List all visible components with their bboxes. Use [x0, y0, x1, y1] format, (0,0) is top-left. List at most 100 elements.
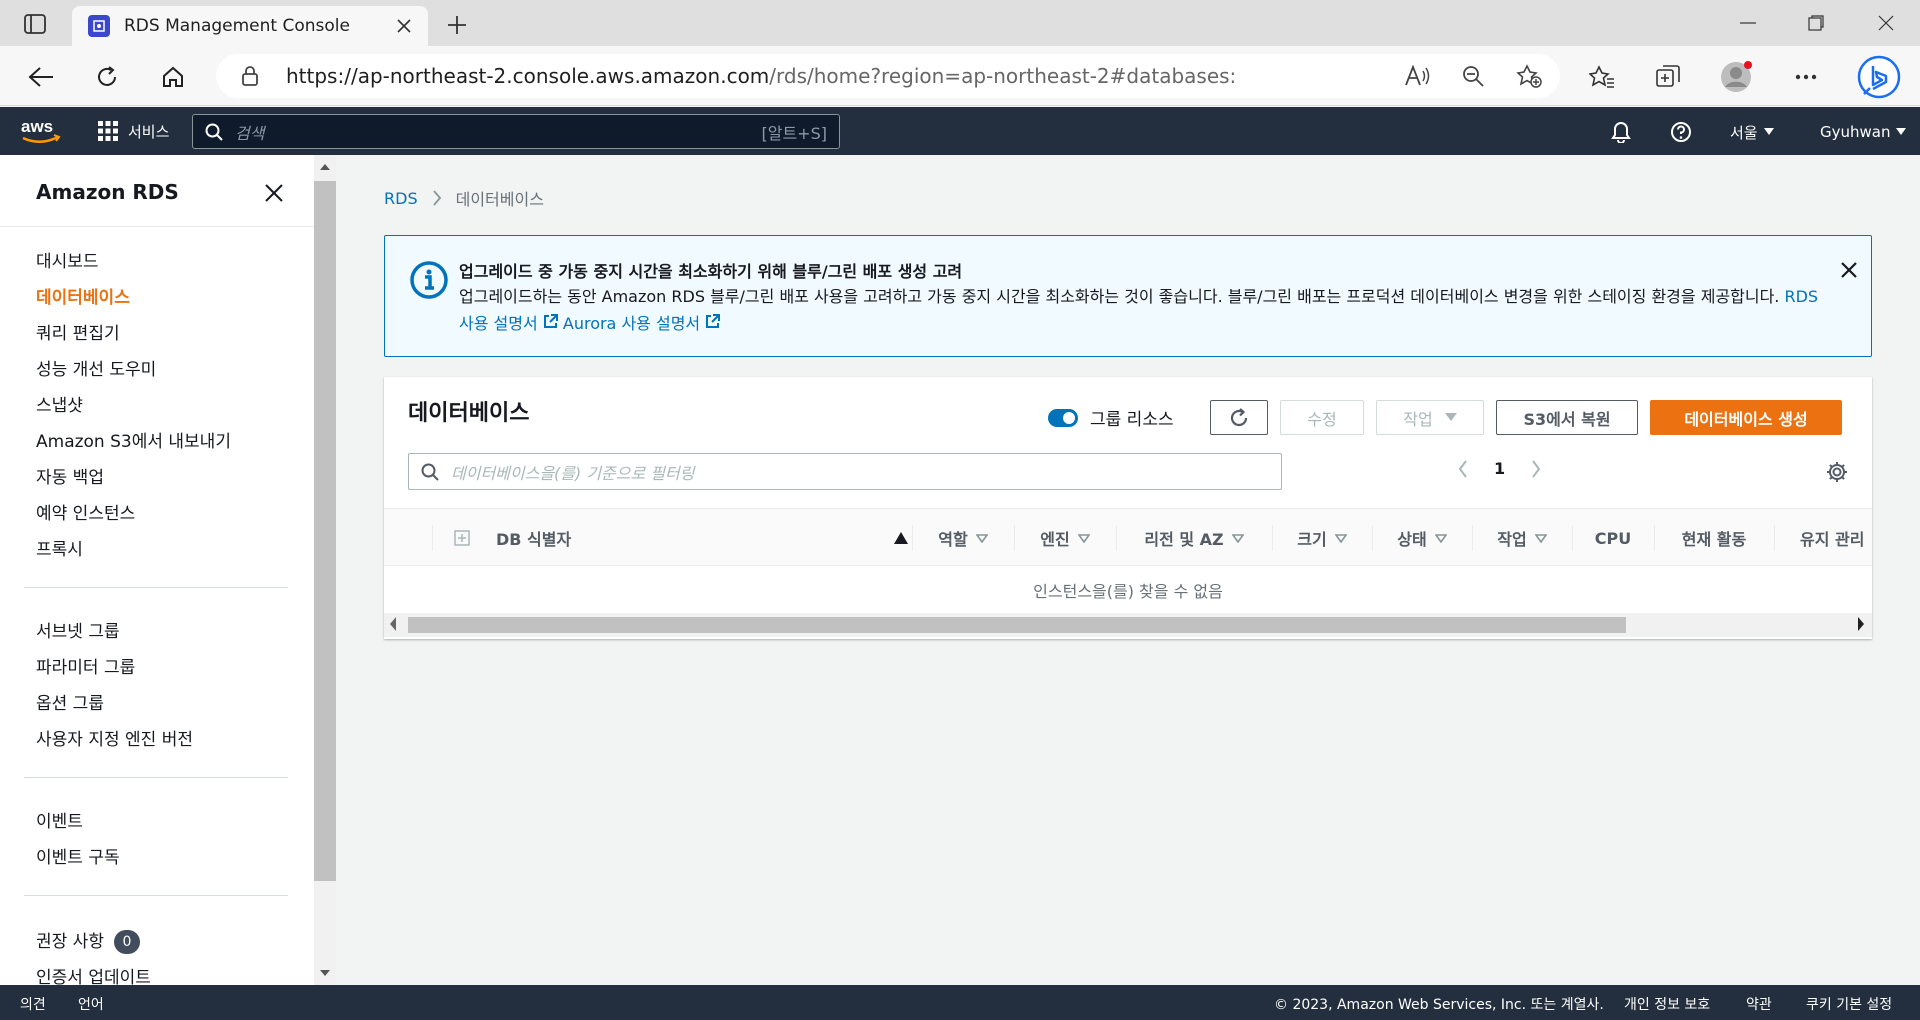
profile-avatar-icon[interactable] — [1718, 60, 1754, 94]
scroll-down-arrow-icon[interactable] — [314, 965, 336, 981]
region-selector[interactable]: 서울 — [1730, 119, 1774, 145]
sidebar-item-dashboard[interactable]: 대시보드 — [36, 247, 99, 272]
footer-terms-link[interactable]: 약관 — [1746, 994, 1772, 1014]
page-number[interactable]: 1 — [1494, 459, 1505, 478]
zoom-out-icon[interactable] — [1456, 62, 1490, 90]
footer-language-link[interactable]: 언어 — [78, 994, 104, 1014]
aurora-guide-link[interactable]: Aurora 사용 설명서 — [563, 314, 721, 333]
collections-icon[interactable] — [1650, 60, 1686, 94]
sidebar-item-snapshots[interactable]: 스냅샷 — [36, 391, 83, 416]
tab-close-icon[interactable] — [392, 14, 416, 38]
sort-caret-icon — [1434, 533, 1447, 543]
table-settings-gear-icon[interactable] — [1824, 459, 1850, 485]
next-page-icon[interactable] — [1531, 459, 1541, 478]
sidenav-title[interactable]: Amazon RDS — [36, 180, 179, 204]
scroll-up-arrow-icon[interactable] — [314, 159, 336, 175]
filter-databases-input[interactable]: 데이터베이스을(를) 기준으로 필터링 — [408, 453, 1282, 490]
more-menu-icon[interactable] — [1788, 60, 1824, 94]
table-horizontal-scrollbar[interactable] — [384, 613, 1872, 637]
restore-s3-label: S3에서 복원 — [1523, 409, 1611, 429]
sidebar-item-certificate-update[interactable]: 인증서 업데이트 — [36, 963, 151, 985]
column-engine[interactable]: 엔진 — [1014, 509, 1116, 567]
sidebar-item-proxies[interactable]: 프록시 — [36, 535, 83, 560]
breadcrumb-rds[interactable]: RDS — [384, 189, 418, 208]
scrollbar-thumb[interactable] — [408, 617, 1626, 633]
column-db-identifier[interactable]: DB 식별자 — [496, 509, 908, 567]
window-close-icon[interactable] — [1866, 8, 1906, 38]
sidebar-item-recommendations[interactable]: 권장 사항 0 — [36, 927, 140, 954]
banner-close-icon[interactable] — [1837, 258, 1861, 282]
column-maintenance[interactable]: 유지 관리 — [1774, 509, 1872, 567]
column-status[interactable]: 상태 — [1372, 509, 1472, 567]
column-actions[interactable]: 작업 — [1472, 509, 1572, 567]
refresh-button[interactable] — [1210, 400, 1268, 435]
modify-button[interactable]: 수정 — [1280, 400, 1364, 435]
scroll-right-arrow-icon[interactable] — [1856, 617, 1866, 631]
sidebar-item-event-subscriptions[interactable]: 이벤트 구독 — [36, 843, 120, 868]
search-icon — [421, 463, 439, 481]
restore-from-s3-button[interactable]: S3에서 복원 — [1496, 400, 1638, 435]
external-link-icon — [543, 314, 558, 328]
services-menu-button[interactable]: 서비스 — [98, 117, 169, 145]
bing-chat-icon[interactable] — [1856, 54, 1902, 100]
previous-page-icon[interactable] — [1458, 459, 1468, 478]
banner-text: 업그레이드하는 동안 Amazon RDS 블루/그린 배포 사용을 고려하고 … — [459, 287, 1780, 306]
rds-favicon-icon — [88, 15, 110, 37]
sidebar-item-automated-backups[interactable]: 자동 백업 — [36, 463, 104, 488]
account-menu[interactable]: Gyuhwan — [1820, 119, 1907, 145]
column-region-az[interactable]: 리전 및 AZ — [1116, 509, 1272, 567]
tab-actions-icon[interactable] — [18, 10, 52, 38]
column-size[interactable]: 크기 — [1272, 509, 1372, 567]
expand-all-cell — [432, 509, 492, 567]
recommendations-label: 권장 사항 — [36, 932, 104, 952]
url-field[interactable]: https://ap-northeast-2.console.aws.amazo… — [216, 54, 1560, 98]
url-text: https://ap-northeast-2.console.aws.amazo… — [286, 64, 1236, 88]
back-arrow-icon[interactable] — [24, 60, 58, 94]
sidebar-item-performance-insights[interactable]: 성능 개선 도우미 — [36, 355, 156, 380]
sidenav-scrollbar[interactable] — [314, 155, 336, 985]
restore-icon[interactable] — [1796, 8, 1836, 38]
notifications-bell-icon[interactable] — [1610, 119, 1632, 145]
home-icon[interactable] — [156, 60, 190, 94]
column-label: 작업 — [1497, 530, 1527, 549]
sidebar-item-exports-s3[interactable]: Amazon S3에서 내보내기 — [36, 427, 231, 452]
sidebar-item-databases[interactable]: 데이터베이스 — [36, 283, 130, 308]
scrollbar-thumb[interactable] — [314, 181, 336, 881]
group-resources-toggle[interactable]: 그룹 리소스 — [1048, 405, 1174, 430]
sidebar-item-parameter-groups[interactable]: 파라미터 그룹 — [36, 653, 135, 678]
sidebar-item-custom-engine-versions[interactable]: 사용자 지정 엔진 버전 — [36, 725, 193, 750]
footer-privacy-link[interactable]: 개인 정보 보호 — [1624, 994, 1710, 1014]
create-database-button[interactable]: 데이터베이스 생성 — [1650, 400, 1842, 435]
sidebar-item-option-groups[interactable]: 옵션 그룹 — [36, 689, 104, 714]
footer-cookie-preferences-link[interactable]: 쿠키 기본 설정 — [1806, 994, 1892, 1014]
actions-dropdown-button[interactable]: 작업 — [1376, 400, 1484, 435]
aws-logo[interactable]: aws — [20, 115, 64, 147]
sidenav-close-icon[interactable] — [262, 181, 286, 205]
new-tab-plus-icon[interactable] — [442, 10, 472, 40]
add-favorite-icon[interactable] — [1512, 62, 1546, 90]
browser-tab-active[interactable]: RDS Management Console — [72, 6, 428, 46]
external-link-icon — [706, 314, 721, 328]
column-label: 크기 — [1297, 530, 1327, 549]
scroll-left-arrow-icon[interactable] — [388, 617, 398, 631]
sort-caret-icon — [1534, 533, 1547, 543]
sidebar-item-events[interactable]: 이벤트 — [36, 807, 83, 832]
read-aloud-icon[interactable] — [1400, 62, 1434, 90]
sidebar-divider — [24, 895, 288, 896]
favorites-icon[interactable] — [1584, 60, 1620, 94]
sidebar-item-reserved-instances[interactable]: 예약 인스턴스 — [36, 499, 135, 524]
toggle-switch[interactable] — [1048, 408, 1078, 427]
reload-icon[interactable] — [90, 60, 124, 94]
column-role[interactable]: 역할 — [912, 509, 1014, 567]
minimize-icon[interactable] — [1728, 8, 1768, 38]
sidebar-item-subnet-groups[interactable]: 서브넷 그룹 — [36, 617, 120, 642]
expand-plus-icon[interactable] — [454, 530, 470, 546]
lock-icon[interactable] — [236, 62, 264, 90]
info-icon — [410, 261, 448, 299]
aws-search-input[interactable]: 검색 [알트+S] — [192, 114, 840, 149]
help-icon[interactable] — [1670, 119, 1692, 145]
sidebar-item-query-editor[interactable]: 쿼리 편집기 — [36, 319, 120, 344]
column-current-activity[interactable]: 현재 활동 — [1654, 509, 1774, 567]
footer-feedback-link[interactable]: 의견 — [20, 994, 46, 1014]
column-cpu[interactable]: CPU — [1572, 509, 1654, 567]
